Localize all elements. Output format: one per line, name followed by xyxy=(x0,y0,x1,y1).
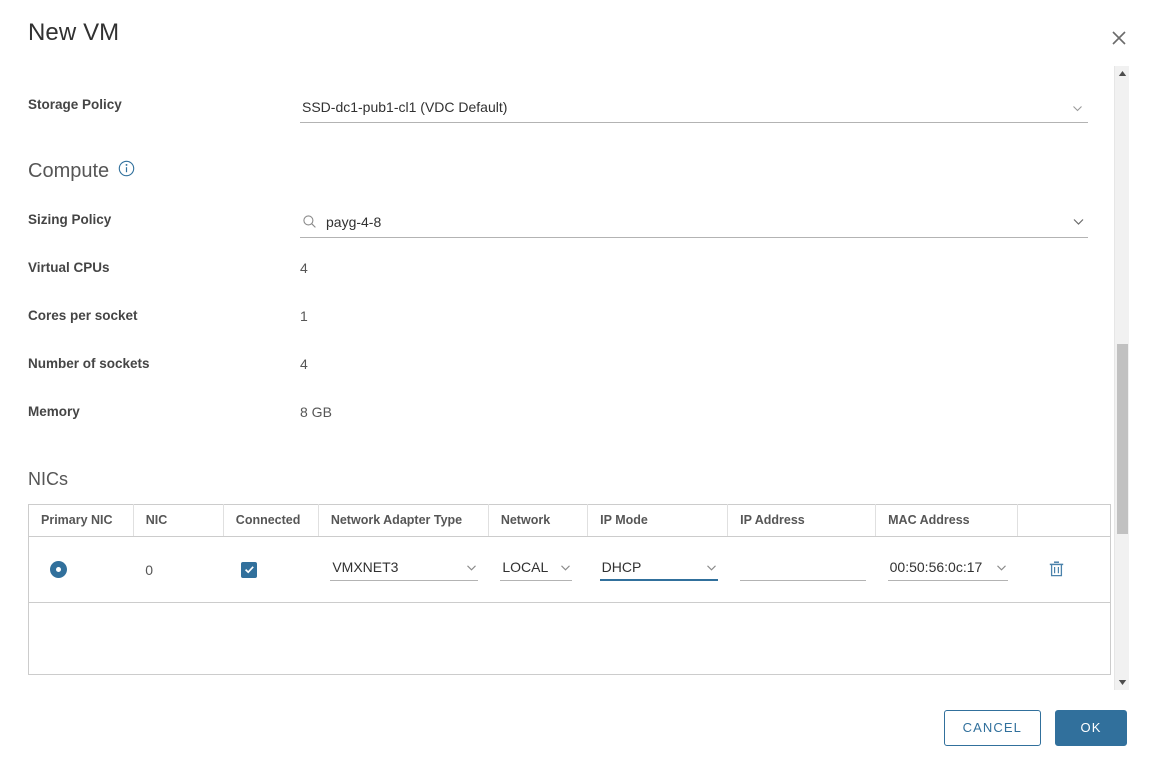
virtual-cpus-row: Virtual CPUs 4 xyxy=(28,253,1085,301)
sizing-policy-label: Sizing Policy xyxy=(28,212,112,227)
dialog-footer: CANCEL OK xyxy=(0,690,1151,765)
search-icon xyxy=(302,214,317,233)
column-header-actions xyxy=(1017,504,1111,537)
nics-table-body: 0 VMXNET3 LOCAL DHCP 00:50:56:0c:17 xyxy=(28,536,1111,675)
ok-button[interactable]: OK xyxy=(1055,709,1127,746)
column-header-mac-address: MAC Address xyxy=(875,504,1019,537)
primary-nic-radio[interactable] xyxy=(50,561,67,578)
cell-network-adapter-type: VMXNET3 xyxy=(318,536,489,603)
trash-icon[interactable] xyxy=(1046,558,1068,580)
nics-table: Primary NIC NIC Connected Network Adapte… xyxy=(28,504,1111,675)
mac-address-select[interactable]: 00:50:56:0c:17 xyxy=(887,558,1008,581)
storage-policy-value-wrap: SSD-dc1-pub1-cl1 (VDC Default) xyxy=(300,90,1088,123)
chevron-down-icon xyxy=(1071,214,1086,233)
scroll-down-arrow-icon[interactable] xyxy=(1115,675,1129,690)
chevron-down-icon xyxy=(705,561,718,577)
page-title: New VM xyxy=(28,19,120,46)
cell-nic-index: 0 xyxy=(133,536,224,603)
memory-row: Memory 8 GB xyxy=(28,397,1085,445)
network-adapter-type-value: VMXNET3 xyxy=(332,559,399,575)
table-header-row: Primary NIC NIC Connected Network Adapte… xyxy=(28,504,1111,537)
table-empty-cell xyxy=(29,603,1111,675)
sizing-policy-value: payg-4-8 xyxy=(326,214,382,230)
info-icon[interactable] xyxy=(118,160,135,183)
memory-label: Memory xyxy=(28,404,80,419)
column-header-connected: Connected xyxy=(223,504,319,537)
memory-value: 8 GB xyxy=(300,404,332,420)
cell-primary-nic xyxy=(28,536,134,603)
virtual-cpus-label: Virtual CPUs xyxy=(28,260,110,275)
sizing-policy-search-select[interactable]: payg-4-8 xyxy=(300,211,1088,238)
chevron-down-icon xyxy=(465,561,478,577)
ip-address-input[interactable] xyxy=(739,558,866,581)
column-header-ip-mode: IP Mode xyxy=(587,504,729,537)
column-header-nic: NIC xyxy=(133,504,224,537)
table-row: 0 VMXNET3 LOCAL DHCP 00:50:56:0c:17 xyxy=(28,536,1111,603)
cell-ip-mode: DHCP xyxy=(587,536,728,603)
cores-per-socket-label: Cores per socket xyxy=(28,308,138,323)
close-icon[interactable] xyxy=(1107,26,1131,50)
chevron-down-icon xyxy=(559,561,572,577)
ip-mode-value: DHCP xyxy=(601,559,642,575)
cores-per-socket-value: 1 xyxy=(300,308,308,324)
scroll-up-arrow-icon[interactable] xyxy=(1115,66,1129,81)
table-empty-row xyxy=(29,603,1111,675)
chevron-down-icon xyxy=(995,561,1008,577)
number-of-sockets-value: 4 xyxy=(300,356,308,372)
storage-policy-row: Storage Policy SSD-dc1-pub1-cl1 (VDC Def… xyxy=(28,90,1088,138)
cell-mac-address: 00:50:56:0c:17 xyxy=(875,536,1018,603)
cell-connected xyxy=(223,536,319,603)
column-header-network: Network xyxy=(488,504,589,537)
clipped-field-row xyxy=(28,66,1085,90)
dialog-body: Storage Policy SSD-dc1-pub1-cl1 (VDC Def… xyxy=(0,66,1151,690)
cancel-button[interactable]: CANCEL xyxy=(943,709,1041,746)
cell-ip-address xyxy=(727,536,876,603)
storage-policy-select[interactable]: SSD-dc1-pub1-cl1 (VDC Default) xyxy=(300,96,1088,123)
cores-per-socket-row: Cores per socket 1 xyxy=(28,301,1085,349)
column-header-ip-address: IP Address xyxy=(727,504,877,537)
scrollbar-thumb[interactable] xyxy=(1117,344,1128,534)
chevron-down-icon xyxy=(1071,101,1084,119)
column-header-network-adapter-type: Network Adapter Type xyxy=(318,504,489,537)
network-value: LOCAL xyxy=(502,559,549,575)
network-select[interactable]: LOCAL xyxy=(500,558,573,581)
compute-heading-label: Compute xyxy=(28,160,110,182)
vertical-scrollbar[interactable] xyxy=(1114,66,1129,690)
connected-checkbox[interactable] xyxy=(241,561,258,578)
nics-heading: NICs xyxy=(28,469,68,489)
number-of-sockets-row: Number of sockets 4 xyxy=(28,349,1085,397)
sizing-policy-value-wrap: payg-4-8 xyxy=(300,205,1088,238)
virtual-cpus-value: 4 xyxy=(300,260,308,276)
cell-network: LOCAL xyxy=(488,536,588,603)
new-vm-dialog: New VM Storage Policy SSD-dc1-pub1-cl1 (… xyxy=(0,0,1151,765)
scroll-area: Storage Policy SSD-dc1-pub1-cl1 (VDC Def… xyxy=(0,66,1113,690)
mac-address-value: 00:50:56:0c:17 xyxy=(889,559,983,575)
storage-policy-label: Storage Policy xyxy=(28,97,122,112)
compute-section-heading: Compute xyxy=(28,160,1085,183)
number-of-sockets-label: Number of sockets xyxy=(28,356,150,371)
ip-mode-select[interactable]: DHCP xyxy=(599,558,718,581)
nics-table-head: Primary NIC NIC Connected Network Adapte… xyxy=(28,504,1111,537)
dialog-header: New VM xyxy=(0,0,1151,66)
storage-policy-selected-value: SSD-dc1-pub1-cl1 (VDC Default) xyxy=(302,99,508,115)
network-adapter-type-select[interactable]: VMXNET3 xyxy=(330,558,479,581)
sizing-policy-row: Sizing Policy payg-4-8 xyxy=(28,205,1088,253)
column-header-primary-nic: Primary NIC xyxy=(28,504,134,537)
cell-delete-action xyxy=(1017,536,1111,603)
